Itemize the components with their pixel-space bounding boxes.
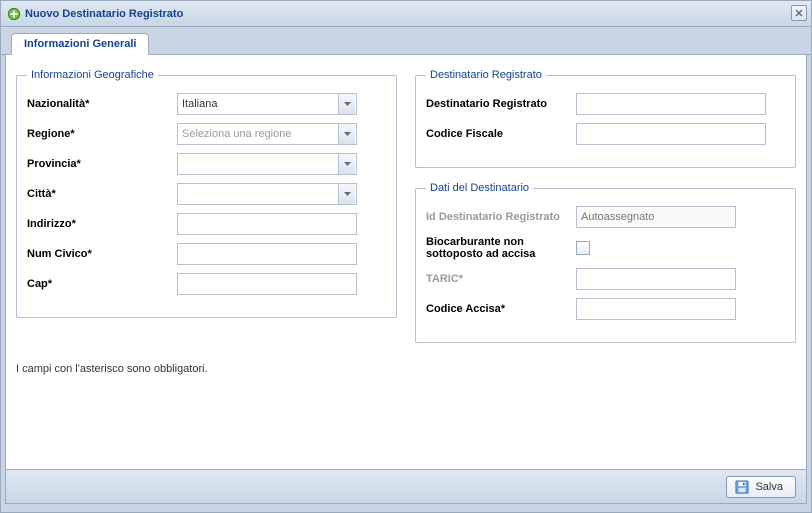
close-button[interactable] [791,5,807,21]
required-note: I campi con l'asterisco sono obbligatori… [16,363,796,375]
select-citta[interactable] [177,183,357,205]
label-regione: Regione* [27,128,177,140]
input-codice-accisa[interactable] [576,298,736,320]
select-nazionalita[interactable]: Italiana [177,93,357,115]
tab-strip: Informazioni Generali [1,27,811,55]
select-provincia[interactable] [177,153,357,175]
close-icon [795,9,803,17]
fieldset-dati: Dati del Destinatario Id Destinatario Re… [415,182,796,343]
label-provincia: Provincia* [27,158,177,170]
save-icon [735,480,749,494]
save-button-label: Salva [755,481,783,493]
chevron-down-icon [338,154,355,174]
add-icon [7,7,21,21]
legend-dati: Dati del Destinatario [426,182,533,194]
chevron-down-icon [338,184,355,204]
dialog-window: Nuovo Destinatario Registrato Informazio… [0,0,812,513]
legend-geo: Informazioni Geografiche [27,69,158,81]
content-panel: Informazioni Geografiche Nazionalità* It… [5,55,807,504]
label-biocarburante: Biocarburante non sottoposto ad accisa [426,236,576,260]
label-taric: TARIC* [426,273,576,285]
label-id-destinatario: Id Destinatario Registrato [426,211,576,223]
tab-general[interactable]: Informazioni Generali [11,33,149,55]
input-numcivico[interactable] [177,243,357,265]
background-decoration [6,54,806,56]
chevron-down-icon [338,94,355,114]
titlebar: Nuovo Destinatario Registrato [1,1,811,27]
legend-destinatario: Destinatario Registrato [426,69,546,81]
checkbox-biocarburante[interactable] [576,241,590,255]
chevron-down-icon [338,124,355,144]
label-indirizzo: Indirizzo* [27,218,177,230]
input-codice-fiscale[interactable] [576,123,766,145]
fieldset-geo: Informazioni Geografiche Nazionalità* It… [16,69,397,318]
label-codice-fiscale: Codice Fiscale [426,128,576,140]
input-taric[interactable] [576,268,736,290]
label-numcivico: Num Civico* [27,248,177,260]
label-nazionalita: Nazionalità* [27,98,177,110]
input-cap[interactable] [177,273,357,295]
save-button[interactable]: Salva [726,476,796,498]
window-title: Nuovo Destinatario Registrato [25,8,183,20]
label-cap: Cap* [27,278,177,290]
input-id-destinatario [576,206,736,228]
input-indirizzo[interactable] [177,213,357,235]
select-regione[interactable]: Seleziona una regione [177,123,357,145]
select-regione-placeholder: Seleziona una regione [182,128,291,140]
label-citta: Città* [27,188,177,200]
input-destinatario[interactable] [576,93,766,115]
label-destinatario: Destinatario Registrato [426,98,576,110]
footer-toolbar: Salva [6,469,806,503]
fieldset-destinatario: Destinatario Registrato Destinatario Reg… [415,69,796,168]
label-codice-accisa: Codice Accisa* [426,303,576,315]
select-nazionalita-value: Italiana [182,98,217,110]
